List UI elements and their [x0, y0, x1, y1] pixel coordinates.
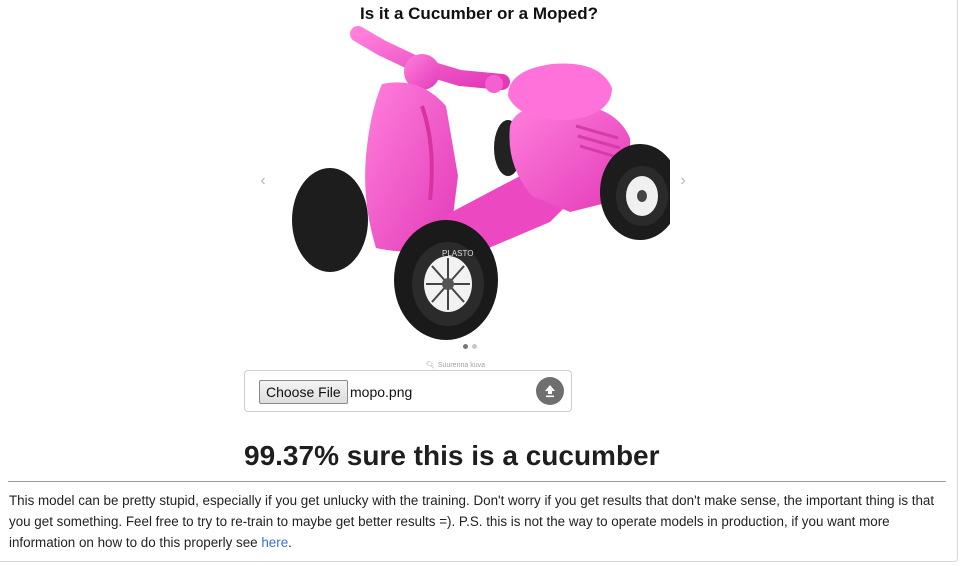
disclaimer-end: .: [288, 535, 292, 550]
upload-arrow-icon[interactable]: [536, 377, 564, 405]
carousel-prev-arrow[interactable]: ‹: [256, 172, 270, 190]
divider: [8, 481, 946, 482]
carousel-dots: [463, 344, 477, 352]
page-title: Is it a Cucumber or a Moped?: [359, 4, 599, 23]
choose-file-button[interactable]: Choose File: [259, 380, 348, 404]
product-image: PLASTO: [292, 26, 670, 340]
here-link[interactable]: here: [261, 535, 288, 550]
magnifier-icon: 🔍︎: [426, 362, 435, 369]
upload-box: Choose File mopo.png: [244, 370, 572, 412]
selected-filename: mopo.png: [350, 384, 413, 400]
image-carousel: PLASTO ‹ › 🔍︎ Suurenna kuva: [256, 26, 696, 372]
upload-icon-glyph: [545, 385, 555, 398]
image-caption: 🔍︎ Suurenna kuva: [426, 361, 546, 370]
carousel-dot-1[interactable]: [463, 344, 468, 349]
wheel-brand-text: PLASTO: [442, 249, 473, 258]
prediction-result: 99.37% sure this is a cucumber: [244, 440, 660, 471]
caption-text: Suurenna kuva: [437, 361, 485, 369]
disclaimer-text: This model can be pretty stupid, especia…: [9, 493, 935, 550]
carousel-next-arrow[interactable]: ›: [676, 172, 690, 190]
disclaimer-note: This model can be pretty stupid, especia…: [9, 490, 944, 553]
carousel-dot-2[interactable]: [472, 344, 477, 349]
